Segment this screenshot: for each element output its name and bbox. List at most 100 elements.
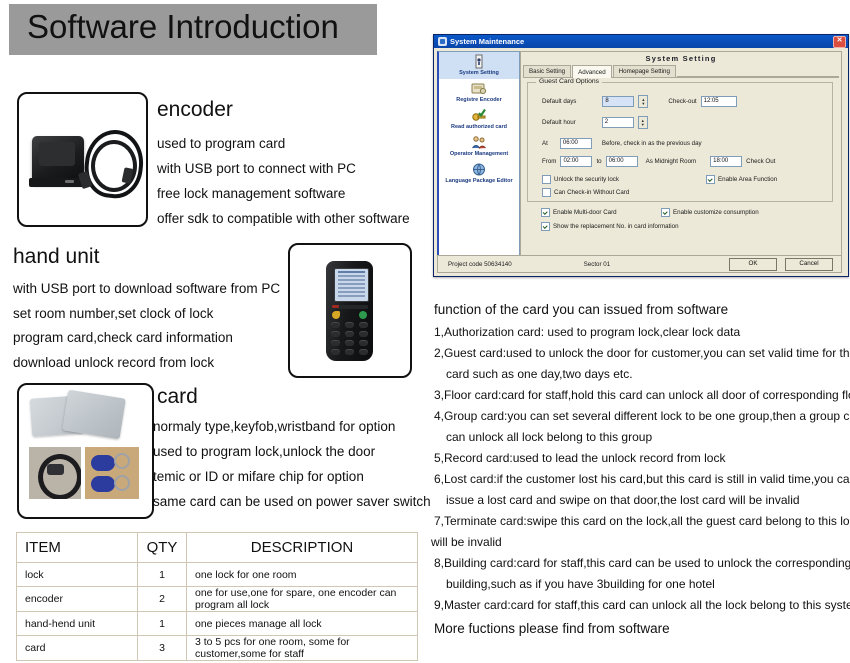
default-days-input[interactable]: 8	[602, 96, 635, 107]
door-lock-icon	[471, 54, 487, 69]
checkbox-enable-customize-consumption[interactable]: Enable customize consumption	[661, 208, 759, 217]
at-input[interactable]: 06:00	[559, 138, 592, 149]
ok-button[interactable]: OK	[729, 257, 777, 271]
page-title: Software Introduction	[27, 8, 339, 45]
to-input[interactable]: 06:00	[605, 156, 638, 167]
card-function-item-3: 3,Floor card:card for staff,hold this ca…	[434, 388, 850, 402]
settings-panel: System Setting Basic Setting Advanced Ho…	[520, 51, 842, 260]
cancel-button[interactable]: Cancel	[785, 257, 833, 271]
encoder-photo	[17, 92, 148, 227]
sector-value: Sector 01	[583, 260, 611, 268]
hand-unit-line-4: download unlock record from lock	[13, 355, 215, 370]
more-functions-note: More fuctions please find from software	[434, 621, 670, 636]
default-hour-spinner[interactable]: ▲ ▼	[637, 116, 648, 129]
checkbox-label: Enable customize consumption	[673, 209, 759, 216]
to-label: to	[596, 158, 602, 165]
wristband-plate	[47, 464, 64, 475]
checkout-label: Check-out	[668, 98, 697, 105]
tab-basic-setting[interactable]: Basic Setting	[523, 65, 572, 77]
wristband-image	[38, 454, 81, 499]
sidebar-item-read-authorized-card[interactable]: Read authorized card	[439, 106, 519, 133]
encoder-device-image	[32, 136, 84, 184]
table-row: card 3 3 to 5 pcs for one room, some for…	[16, 635, 418, 661]
card-line-2: used to program lock,unlock the door	[153, 444, 376, 459]
midnight-input[interactable]: 18:00	[710, 156, 743, 167]
hand-unit-line-1: with USB port to download software from …	[13, 281, 281, 296]
card-function-item-4: 4,Group card:you can set several differe…	[434, 409, 850, 423]
from-input[interactable]: 02:00	[560, 156, 593, 167]
enable-area-function-row: Enable Area Function	[706, 175, 777, 184]
checkbox-label: Enable Area Function	[718, 176, 778, 183]
encoder-line-4: offer sdk to compatible with other softw…	[157, 211, 410, 226]
encoder-line-2: with USB port to connect with PC	[157, 161, 356, 176]
group-legend: Guest Card Options	[536, 78, 603, 85]
cell-qty: 3	[137, 635, 187, 661]
default-hour-input[interactable]: 2	[601, 117, 634, 128]
hand-unit-green-key	[359, 311, 367, 319]
users-icon	[471, 135, 487, 150]
sidebar-item-operator-management[interactable]: Operator Management	[439, 133, 519, 160]
close-icon[interactable]: ✕	[833, 35, 846, 48]
card-function-item-7: 7,Terminate card:swipe this card on the …	[434, 514, 850, 528]
table-row: lock 1 one lock for one room	[16, 562, 418, 587]
window-title: System Maintenance	[450, 37, 525, 46]
sidebar-label: Operator Management	[449, 150, 509, 158]
cell-qty: 1	[137, 562, 187, 587]
hand-unit-line-3: program card,check card information	[13, 330, 233, 345]
table-header-row: ITEM QTY DESCRIPTION	[16, 532, 418, 563]
card-line-1: normaly type,keyfob,wristband for option	[153, 419, 396, 434]
tab-homepage-setting[interactable]: Homepage Setting	[612, 65, 676, 77]
sidebar-label: Language Package Editor	[445, 177, 513, 185]
checkbox-label: Can Check-in Without Card	[554, 189, 630, 196]
midnight-room-row: From 02:00 to 06:00 As Midnight Room 18:…	[542, 156, 775, 167]
cell-description: 3 to 5 pcs for one room, some for custom…	[186, 635, 418, 661]
checkbox-show-the-replacement-no[interactable]: Show the replacement No. in card informa…	[541, 222, 679, 231]
dialog-footer: Project code 50634140 Sector 01 OK Cance…	[437, 255, 842, 273]
default-days-spinner[interactable]: ▲ ▼	[638, 95, 649, 108]
hand-unit-screen	[334, 268, 369, 302]
checkbox-unlock-the-security-lock[interactable]: Unlock the security lock	[542, 175, 619, 184]
cell-qty: 1	[137, 611, 187, 636]
cell-description: one lock for one room	[186, 562, 418, 587]
window-body: System Setting Registre Encoder Read aut…	[434, 48, 848, 276]
cell-description: one pieces manage all lock	[186, 611, 418, 636]
checkbox-label: Show the replacement No. in card informa…	[553, 223, 679, 230]
project-code: Project code 50634140	[448, 260, 512, 268]
keyfob-image-1	[91, 455, 115, 471]
tab-strip: Basic Setting Advanced Homepage Setting	[523, 65, 839, 78]
table-row: encoder 2 one for use,one for spare, one…	[16, 586, 418, 612]
card-line-3: temic or ID or mifare chip for option	[153, 469, 364, 484]
card-function-item-8: 8,Building card:card for staff,this card…	[434, 556, 850, 570]
encoder-line-1: used to program card	[157, 136, 286, 151]
checkbox-can-check-in-without-card[interactable]: Can Check-in Without Card	[542, 188, 629, 197]
panel-heading: System Setting	[645, 54, 717, 63]
encoder-line-3: free lock management software	[157, 186, 346, 201]
checkbox-label: Enable Multi-door Card	[553, 209, 617, 216]
at-time-row: At 06:00 Before, check in as the previou…	[542, 138, 702, 149]
checkbox-enable-area-function[interactable]: Enable Area Function	[706, 175, 777, 184]
default-days-label: Default days	[542, 98, 577, 105]
checkbox-enable-multi-door-card[interactable]: Enable Multi-door Card	[541, 208, 617, 217]
encoder-led	[65, 180, 74, 183]
sidebar-item-registre-encoder[interactable]: Registre Encoder	[439, 79, 519, 106]
system-maintenance-window: System Maintenance ✕ System Setting Regi…	[433, 34, 849, 277]
show-replacement-no-row: Show the replacement No. in card informa…	[541, 222, 679, 231]
sidebar-item-system-setting[interactable]: System Setting	[439, 52, 519, 79]
checkbox-box	[541, 208, 550, 217]
window-titlebar: System Maintenance ✕	[434, 35, 848, 48]
tab-advanced[interactable]: Advanced	[572, 65, 612, 78]
usb-cable-inner	[91, 140, 137, 192]
cell-description: one for use,one for spare, one encoder c…	[186, 586, 418, 612]
table-header-qty: QTY	[137, 532, 187, 563]
wristband-photo	[29, 447, 81, 499]
sidebar-item-language-package-editor[interactable]: Language Package Editor	[439, 160, 519, 187]
at-note: Before, check in as the previous day	[601, 140, 702, 147]
default-days-row: Default days 8 ▲ ▼ Check-out 12:05	[542, 95, 737, 108]
cell-qty: 2	[137, 586, 187, 612]
enable-customize-consumption-row: Enable customize consumption	[661, 208, 759, 217]
can-checkin-without-card-row: Can Check-in Without Card	[542, 188, 629, 197]
enable-multi-door-card-row: Enable Multi-door Card	[541, 208, 617, 217]
table-header-description: DESCRIPTION	[186, 532, 418, 563]
card-function-item-5: 5,Record card:used to lead the unlock re…	[434, 451, 726, 465]
checkout-input[interactable]: 12:05	[700, 96, 737, 107]
